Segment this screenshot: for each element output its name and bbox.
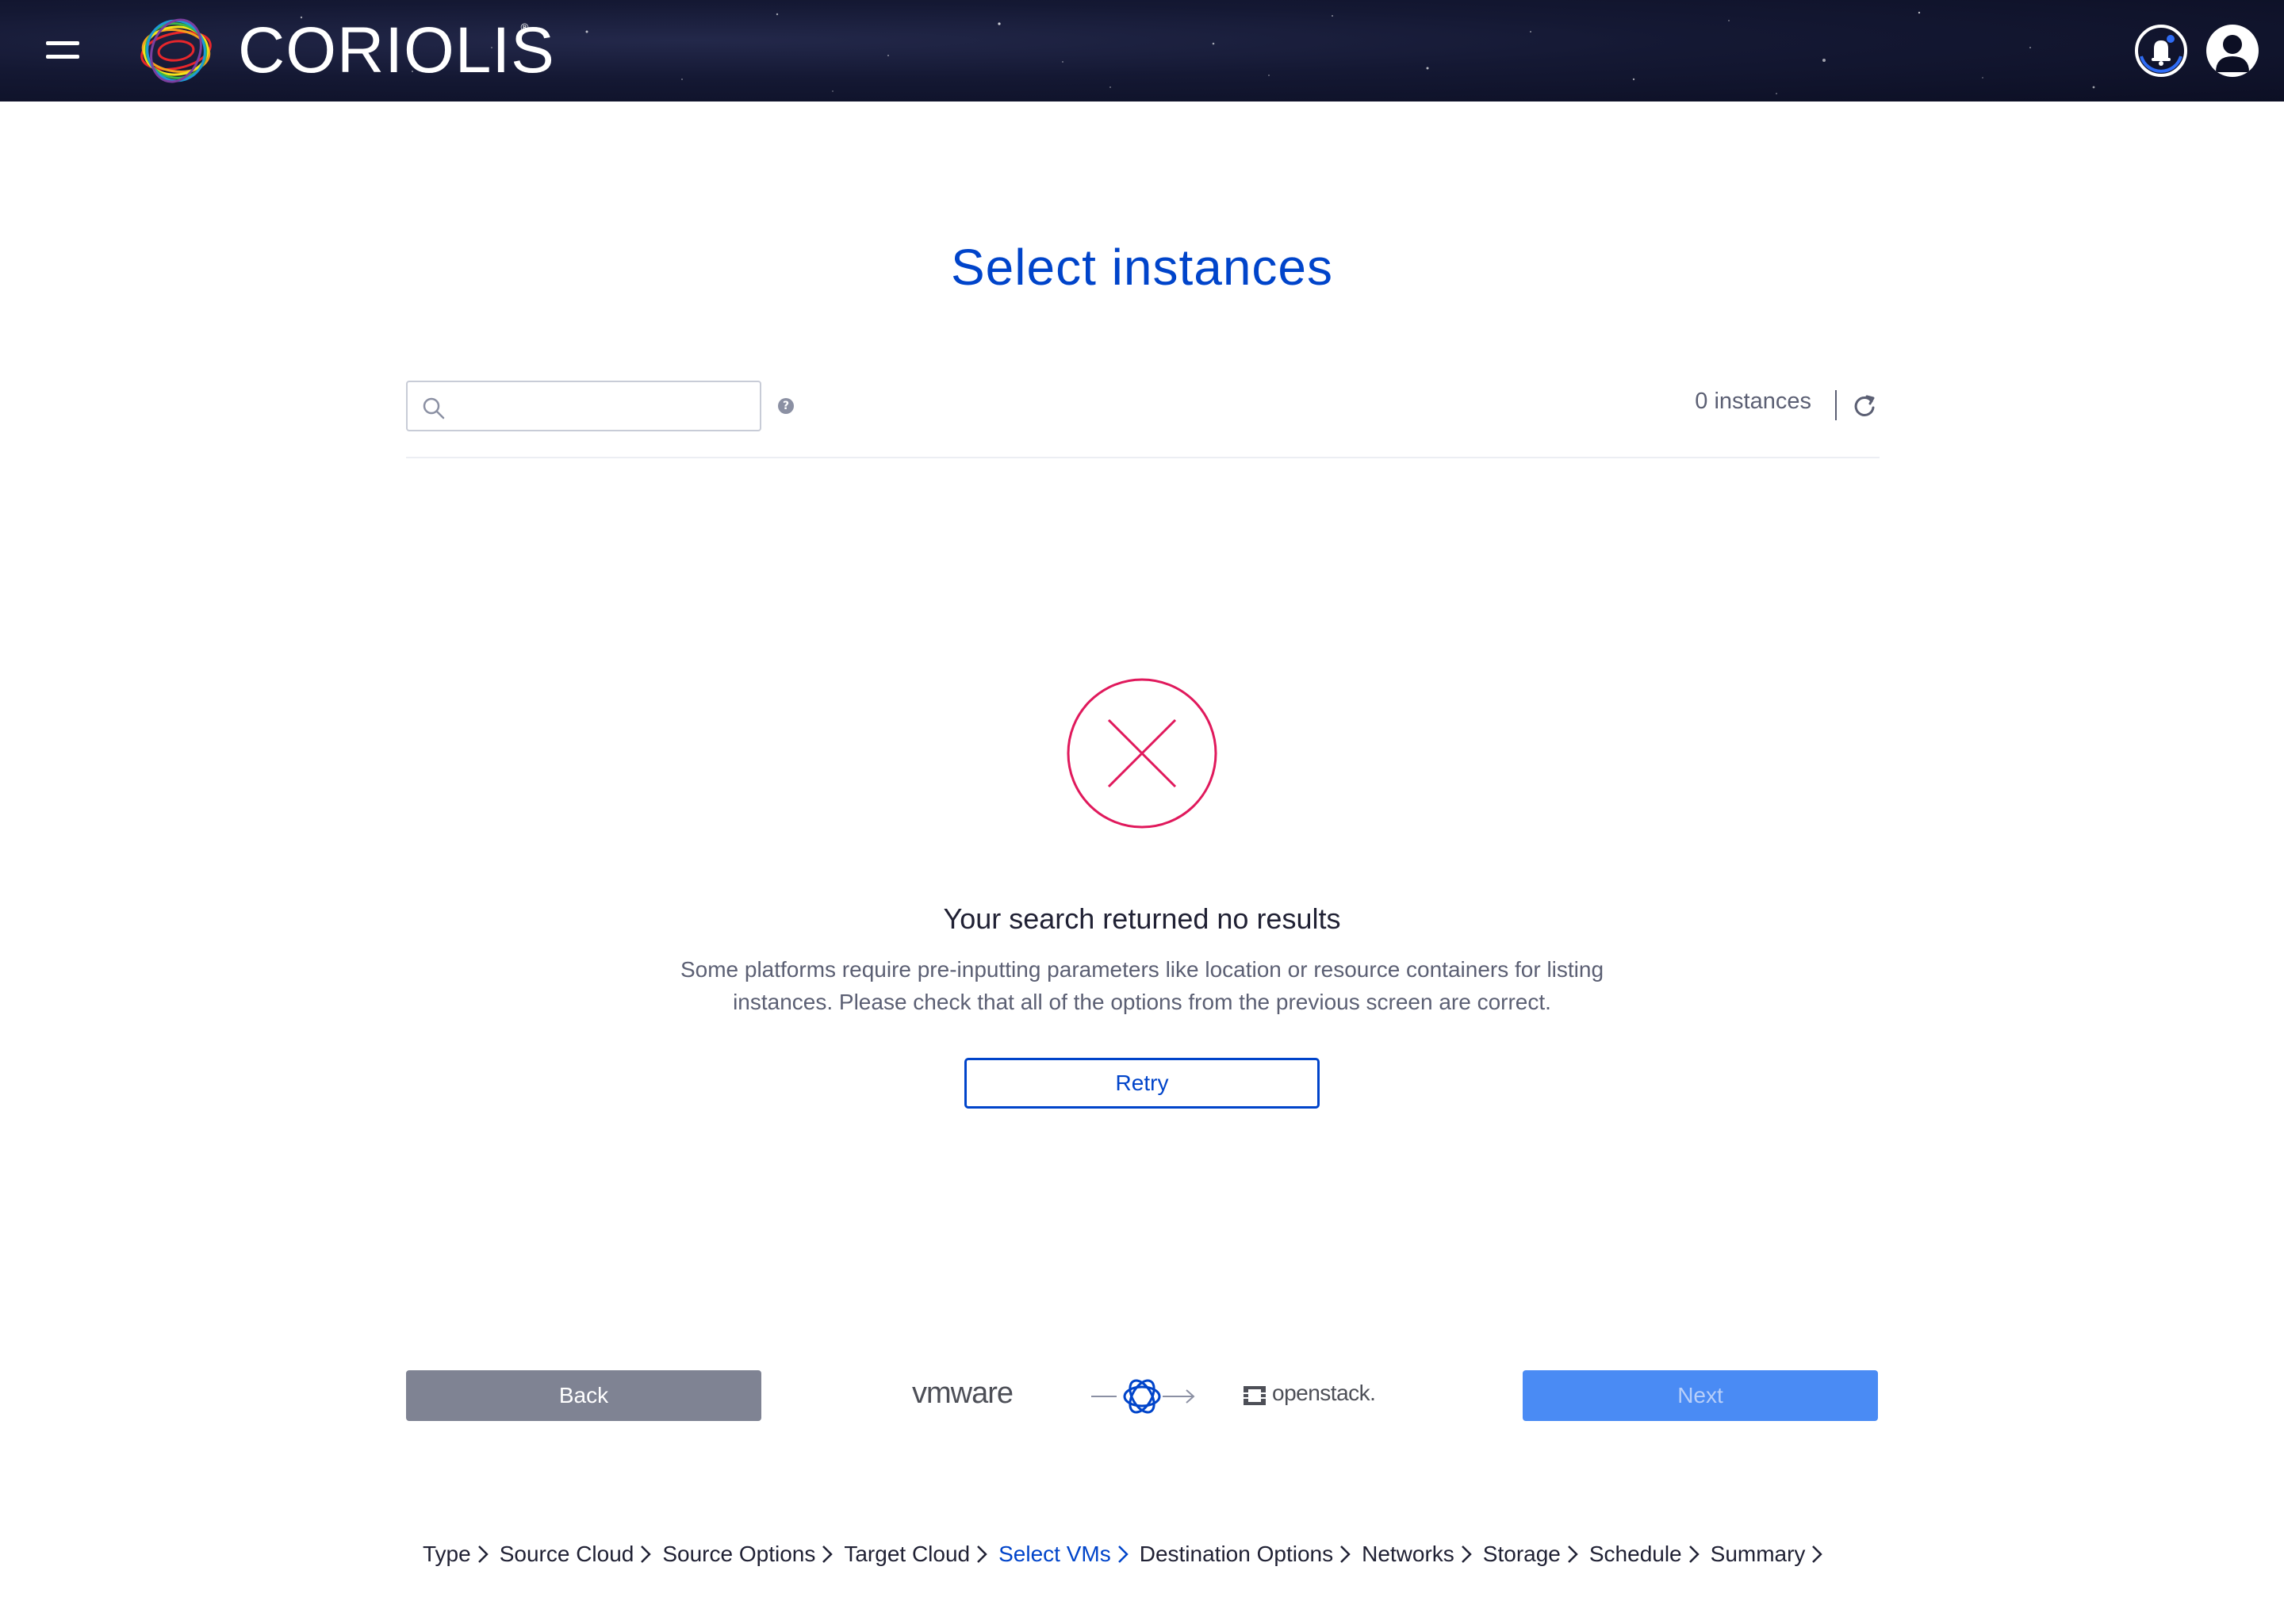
chevron-right-icon [1117, 1545, 1129, 1563]
error-x-icon [1067, 678, 1217, 829]
step-type[interactable]: Type [423, 1542, 489, 1567]
coriolis-logo-icon [140, 18, 212, 83]
toolbar-separator [1835, 390, 1837, 420]
step-source-options[interactable]: Source Options [662, 1542, 834, 1567]
help-icon[interactable]: ? [778, 398, 794, 414]
empty-state-title: Your search returned no results [943, 902, 1341, 935]
refresh-icon[interactable] [1853, 392, 1876, 419]
step-label: Networks [1362, 1542, 1454, 1566]
user-avatar-icon [2216, 35, 2249, 72]
top-navbar: CORIOLIS ® [0, 0, 2284, 102]
chevron-right-icon [1688, 1545, 1700, 1563]
hamburger-menu-button[interactable] [46, 40, 79, 60]
migration-arrow-icon [1091, 1379, 1195, 1414]
search-input[interactable] [455, 389, 749, 423]
chevron-right-icon [1812, 1545, 1823, 1563]
search-field[interactable] [406, 381, 761, 431]
chevron-right-icon [822, 1545, 834, 1563]
page-title: Select instances [950, 239, 1334, 296]
notifications-button[interactable] [2135, 25, 2187, 77]
user-profile-button[interactable] [2206, 25, 2259, 77]
step-label: Storage [1482, 1542, 1561, 1566]
openstack-label: openstack. [1272, 1381, 1376, 1405]
instances-count: 0 instances [1695, 389, 1811, 414]
step-label: Type [423, 1542, 471, 1566]
next-button[interactable]: Next [1523, 1370, 1878, 1421]
openstack-icon [1244, 1386, 1266, 1405]
chevron-right-icon [1567, 1545, 1578, 1563]
step-label: Schedule [1588, 1542, 1682, 1566]
chevron-right-icon [641, 1545, 652, 1563]
registered-mark: ® [519, 22, 530, 34]
empty-state-message: Some platforms require pre-inputting par… [680, 957, 1604, 1014]
brand-name: CORIOLIS [238, 14, 555, 86]
menu-bar-top [46, 41, 79, 45]
step-select-vms[interactable]: Select VMs [998, 1542, 1129, 1567]
back-button[interactable]: Back [406, 1370, 761, 1421]
chevron-right-icon [977, 1545, 987, 1563]
step-schedule[interactable]: Schedule [1589, 1542, 1700, 1567]
step-storage[interactable]: Storage [1483, 1542, 1578, 1567]
menu-bar-bottom [46, 55, 79, 59]
chevron-right-icon [1461, 1545, 1472, 1563]
chevron-right-icon [477, 1545, 489, 1563]
step-label: Target Cloud [844, 1542, 971, 1566]
toolbar-divider [406, 457, 1880, 458]
openstack-logo: openstack. [1242, 1381, 1376, 1411]
step-networks[interactable]: Networks [1362, 1542, 1472, 1567]
step-label: Select VMs [998, 1542, 1111, 1566]
step-label: Source Options [662, 1542, 816, 1566]
step-summary[interactable]: Summary [1711, 1542, 1823, 1567]
vmware-logo: vmware [912, 1377, 1014, 1410]
step-label: Destination Options [1139, 1542, 1334, 1566]
search-icon [423, 397, 445, 419]
step-label: Summary [1710, 1542, 1806, 1566]
step-label: Source Cloud [499, 1542, 634, 1566]
step-source-cloud[interactable]: Source Cloud [500, 1542, 652, 1567]
retry-button[interactable]: Retry [964, 1058, 1320, 1109]
step-destination-options[interactable]: Destination Options [1140, 1542, 1351, 1567]
step-target-cloud[interactable]: Target Cloud [844, 1542, 987, 1567]
chevron-right-icon [1340, 1545, 1351, 1563]
notification-bell-icon [2140, 35, 2182, 73]
wizard-steps: Type Source Cloud Source Options Target … [423, 1542, 1834, 1567]
